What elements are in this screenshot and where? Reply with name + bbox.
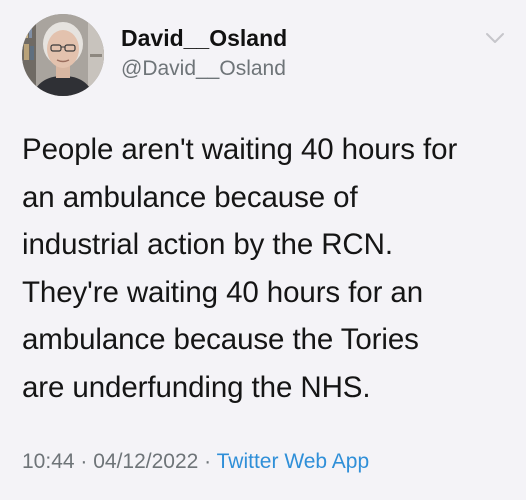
tweet-date[interactable]: 04/12/2022 [93,450,198,473]
tweet-text: People aren't waiting 40 hours for an am… [22,133,458,404]
tweet-source-link[interactable]: Twitter Web App [217,450,370,473]
chevron-down-icon[interactable] [484,30,506,46]
tweet-card: David__Osland @David__Osland People aren… [0,0,526,500]
avatar[interactable] [22,14,104,96]
display-name[interactable]: David__Osland [121,24,287,52]
tweet-time[interactable]: 10:44 [22,450,75,473]
tweet-meta: 10:44 · 04/12/2022 · Twitter Web App [22,448,369,476]
author-info: David__Osland @David__Osland [121,24,287,83]
meta-separator: · [198,450,217,473]
user-handle[interactable]: @David__Osland [121,55,287,83]
avatar-image [22,14,104,96]
meta-separator: · [74,450,94,473]
